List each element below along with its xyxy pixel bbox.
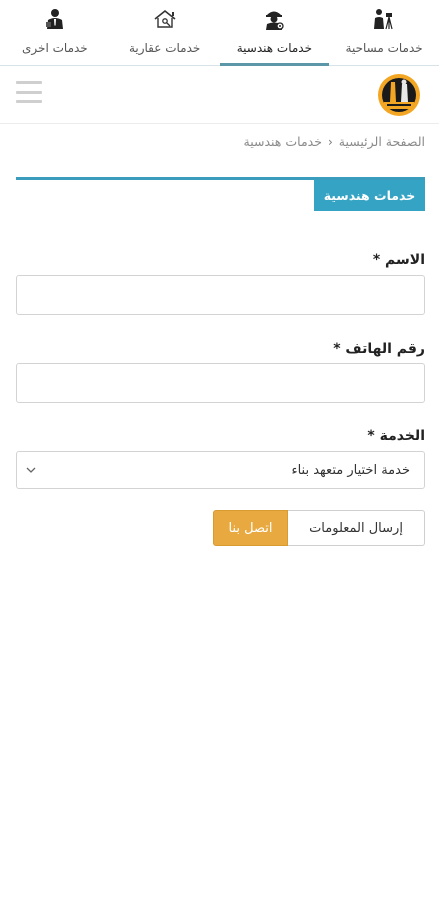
phone-label: رقم الهاتف *	[333, 341, 425, 357]
menu-line	[16, 81, 42, 84]
breadcrumb-separator-icon: ›	[327, 134, 333, 149]
service-select[interactable]: خدمة اختيار متعهد بناء	[16, 451, 425, 489]
businessman-icon	[42, 6, 68, 32]
menu-line	[16, 100, 42, 103]
tab-label: خدمات مساحية	[345, 41, 423, 55]
section-title: خدمات هندسية	[314, 180, 425, 211]
tab-real-estate-services[interactable]: خدمات عقارية	[110, 0, 220, 65]
name-label: الاسم *	[372, 252, 425, 268]
chevron-down-icon	[25, 464, 37, 476]
phone-input[interactable]	[16, 363, 425, 403]
service-tabs: خدمات اخرى خدمات عقارية خدمات هندسية خدم…	[0, 0, 439, 66]
app-header	[0, 66, 439, 124]
house-key-icon	[152, 6, 178, 32]
breadcrumb-home-link[interactable]: الصفحة الرئيسية	[339, 134, 425, 149]
menu-line	[16, 90, 42, 94]
tab-survey-services[interactable]: خدمات مساحية	[329, 0, 439, 65]
tab-other-services[interactable]: خدمات اخرى	[0, 0, 110, 65]
service-label: الخدمة *	[367, 428, 425, 444]
tab-label: خدمات اخرى	[22, 41, 88, 55]
hamburger-menu-icon[interactable]	[16, 81, 42, 103]
tab-engineering-services[interactable]: خدمات هندسية	[219, 0, 330, 66]
submit-info-button[interactable]: إرسال المعلومات	[288, 510, 425, 546]
surveyor-icon	[371, 6, 397, 32]
contact-us-button[interactable]: اتصل بنا	[213, 510, 288, 546]
service-select-value: خدمة اختيار متعهد بناء	[291, 462, 410, 478]
tab-label: خدمات عقارية	[128, 41, 201, 55]
name-input[interactable]	[16, 275, 425, 315]
tab-label: خدمات هندسية	[236, 41, 313, 55]
company-logo[interactable]	[376, 72, 422, 118]
form-actions: اتصل بنا إرسال المعلومات	[213, 510, 425, 546]
breadcrumb: الصفحة الرئيسية › خدمات هندسية	[244, 134, 425, 149]
breadcrumb-current: خدمات هندسية	[243, 134, 322, 149]
engineer-icon	[261, 6, 287, 32]
